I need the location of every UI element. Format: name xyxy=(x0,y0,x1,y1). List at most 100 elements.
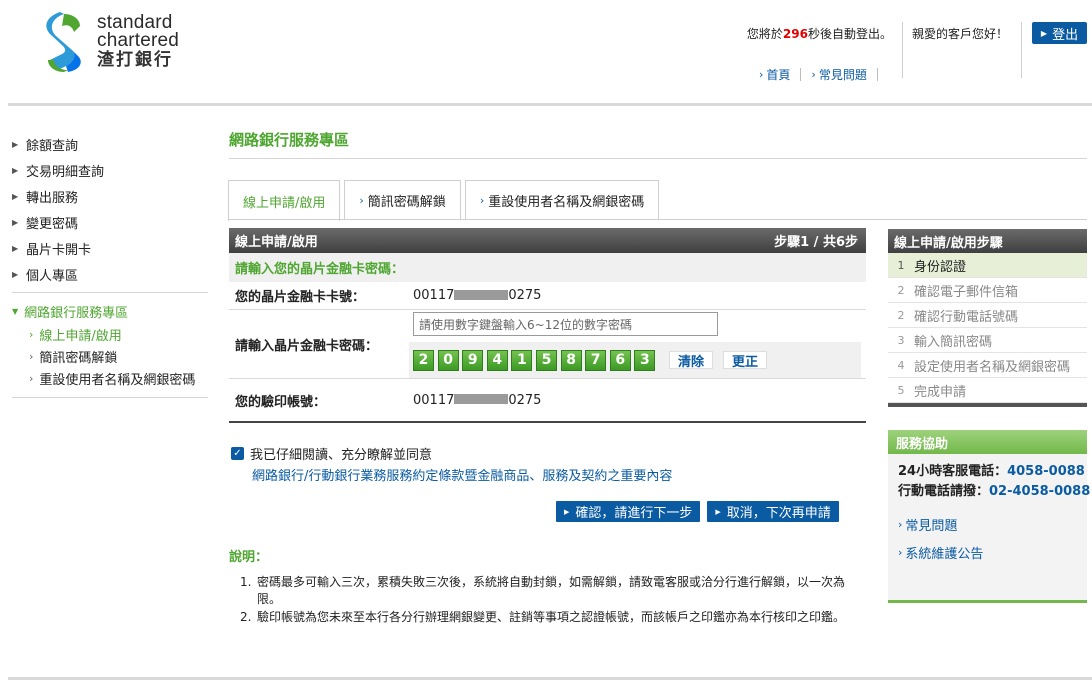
sidebar-item-label: 個人專區 xyxy=(26,268,79,284)
chevron-right-icon: › xyxy=(29,349,34,363)
tab-reset-credentials[interactable]: › 重設使用者名稱及網銀密碼 xyxy=(464,180,660,220)
keypad-key[interactable]: 4 xyxy=(486,349,508,371)
sidebar-item-label: 轉出服務 xyxy=(26,190,79,206)
note-number: 2. xyxy=(240,610,252,624)
sidebar-item-label: 交易明細查詢 xyxy=(26,164,105,180)
standard-chartered-logo-icon xyxy=(46,12,81,72)
sidebar-item-chip-card-activation[interactable]: ▶ 晶片卡開卡 xyxy=(12,235,208,261)
agree-checkbox-row[interactable]: ✓ 我已仔細閱讀、充分瞭解並同意 xyxy=(231,444,432,463)
keypad-key[interactable]: 3 xyxy=(634,349,656,371)
help-faq-link[interactable]: › 常見問題 xyxy=(898,515,1087,534)
logout-button[interactable]: ▶ 登出 xyxy=(1032,22,1087,44)
step-label: 確認行動電話號碼 xyxy=(914,309,1019,325)
keypad-key[interactable]: 8 xyxy=(560,349,582,371)
sidebar-subitem-reset-credentials[interactable]: › 重設使用者名稱及網銀密碼 xyxy=(12,367,208,389)
tab-online-apply[interactable]: 線上申請/啟用 xyxy=(228,180,341,221)
step-item: 2 確認電子郵件信箱 xyxy=(888,278,1087,303)
footer-rule xyxy=(8,677,1092,680)
step-number: 4 xyxy=(897,358,905,372)
logout-label: 登出 xyxy=(1052,27,1079,43)
keypad-key[interactable]: 1 xyxy=(511,349,533,371)
chevron-right-icon: › xyxy=(811,68,816,81)
triangle-right-icon: ▶ xyxy=(12,191,19,201)
sidebar-item-transfer[interactable]: ▶ 轉出服務 xyxy=(12,183,208,209)
keypad-correct-button[interactable]: 更正 xyxy=(722,351,767,370)
brand-line-2: chartered xyxy=(97,30,180,51)
account-value: 00117 0275 xyxy=(413,393,866,408)
pin-input[interactable]: 請使用數字鍵盤輸入6~12位的數字密碼 xyxy=(413,312,718,336)
sidebar-item-balance[interactable]: ▶ 餘額查詢 xyxy=(12,131,208,157)
terms-link[interactable]: 網路銀行/行動銀行業務服務約定條款暨金融商品、服務及契約之重要內容 xyxy=(252,465,672,484)
sidebar-subitem-online-apply[interactable]: › 線上申請/啟用 xyxy=(12,323,208,345)
card-number-label: 您的晶片金融卡卡號： xyxy=(235,290,366,305)
sidebar-nav: ▶ 餘額查詢 ▶ 交易明細查詢 ▶ 轉出服務 ▶ 變更密碼 ▶ 晶片卡開卡 ▶ 個人專區 ▼… xyxy=(12,131,208,398)
note-item: 2. 驗印帳號為您未來至本行各分行辦理網銀變更、註銷等事項之認證帳號，而該帳戶之印… xyxy=(240,609,865,626)
note-text: 驗印帳號為您未來至本行各分行辦理網銀變更、註銷等事項之認證帳號，而該帳戶之印鑑亦… xyxy=(257,610,846,624)
faq-link[interactable]: › 常見問題 xyxy=(811,66,866,83)
sidebar-section-online-banking[interactable]: ▼ 網路銀行服務專區 xyxy=(12,299,208,323)
cancel-button[interactable]: ▶ 取消，下次再申請 xyxy=(707,501,839,522)
keypad-key[interactable]: 9 xyxy=(462,349,484,371)
account-label: 您的驗印帳號： xyxy=(235,394,327,410)
step-number: 5 xyxy=(897,383,905,397)
sidebar-divider xyxy=(12,397,208,398)
header-rule xyxy=(8,103,1092,106)
sidebar-subitem-sms-unlock[interactable]: › 簡訊密碼解鎖 xyxy=(12,345,208,367)
sidebar-item-label: 餘額查詢 xyxy=(26,138,79,154)
keypad-key[interactable]: 5 xyxy=(535,349,557,371)
agree-checkbox[interactable]: ✓ xyxy=(231,447,244,460)
sidebar-item-change-password[interactable]: ▶ 變更密碼 xyxy=(12,209,208,235)
step-number: 2 xyxy=(897,283,905,297)
note-text: 密碼最多可輸入三次，累積失敗三次後，系統將自動封鎖，如需解鎖，請致電客服或洽分行… xyxy=(257,575,846,606)
notes-list: 1. 密碼最多可輸入三次，累積失敗三次後，系統將自動封鎖，如需解鎖，請致電客服或洽… xyxy=(240,574,865,627)
sidebar-subitem-label: 線上申請/啟用 xyxy=(39,328,122,344)
keypad-key[interactable]: 2 xyxy=(413,349,434,371)
tab-label: 線上申請/啟用 xyxy=(243,195,326,211)
tabs-rule xyxy=(228,219,1087,220)
sidebar-section-label: 網路銀行服務專區 xyxy=(24,305,129,321)
bank-logo[interactable]: standard chartered 渣打銀行 xyxy=(44,12,214,76)
step-label: 身份認證 xyxy=(914,259,967,275)
step-number: 2 xyxy=(897,308,905,322)
title-rule xyxy=(229,158,1087,159)
apply-form: 線上申請/啟用 步驟1 / 共6步 請輸入您的晶片金融卡密碼： 您的晶片金融卡卡… xyxy=(229,228,866,423)
keypad-key[interactable]: 0 xyxy=(437,349,459,371)
brand-line-chinese: 渣打銀行 xyxy=(97,50,173,69)
step-item: 2 確認行動電話號碼 xyxy=(888,303,1087,328)
chevron-right-icon: › xyxy=(898,518,903,531)
tab-label: 簡訊密碼解鎖 xyxy=(367,195,446,210)
confirm-button[interactable]: ▶ 確認，請進行下一步 xyxy=(556,501,701,522)
session-timer: 您將於296秒後自動登出。 xyxy=(747,25,892,42)
account-prefix: 00117 xyxy=(413,392,455,408)
help-maintenance-link[interactable]: › 系統維護公告 xyxy=(898,543,1087,562)
step-label: 完成申請 xyxy=(914,384,967,400)
triangle-right-icon: ▶ xyxy=(564,507,570,516)
sidebar-item-transactions[interactable]: ▶ 交易明細查詢 xyxy=(12,157,208,183)
session-seconds: 296 xyxy=(782,27,808,41)
mobile-label: 行動電話請撥： xyxy=(898,484,990,499)
hotline-label: 24小時客服電話： xyxy=(898,464,1008,479)
triangle-right-icon: ▶ xyxy=(12,217,19,227)
tab-sms-unlock[interactable]: › 簡訊密碼解鎖 xyxy=(344,180,461,220)
triangle-right-icon: ▶ xyxy=(12,165,19,175)
tab-bar: 線上申請/啟用 › 簡訊密碼解鎖 › 重設使用者名稱及網銀密碼 xyxy=(228,180,663,221)
keypad-key[interactable]: 6 xyxy=(609,349,631,371)
virtual-keypad: 2 0 9 4 1 5 8 7 6 3 清除 更正 xyxy=(409,342,861,378)
sidebar-item-personal[interactable]: ▶ 個人專區 xyxy=(12,261,208,287)
sidebar-subitem-label: 重設使用者名稱及網銀密碼 xyxy=(39,372,196,388)
masked-digits xyxy=(454,394,509,404)
keypad-key[interactable]: 7 xyxy=(585,349,607,371)
form-bottom-rule xyxy=(229,421,866,423)
home-link[interactable]: › 首頁 xyxy=(759,66,790,83)
step-item: 5 完成申請 xyxy=(888,378,1087,403)
form-header: 線上申請/啟用 步驟1 / 共6步 xyxy=(229,228,866,253)
sidebar-subitem-label: 簡訊密碼解鎖 xyxy=(39,350,118,366)
chevron-right-icon: › xyxy=(359,194,364,207)
page-title: 網路銀行服務專區 xyxy=(229,131,350,149)
faq-link-label: 常見問題 xyxy=(818,68,867,82)
triangle-down-icon: ▼ xyxy=(12,306,19,316)
step-label: 輸入簡訊密碼 xyxy=(914,334,993,350)
keypad-clear-button[interactable]: 清除 xyxy=(668,351,713,370)
step-label: 確認電子郵件信箱 xyxy=(914,284,1019,300)
mobile-line: 行動電話請撥：02-4058-0088 xyxy=(898,482,1090,502)
